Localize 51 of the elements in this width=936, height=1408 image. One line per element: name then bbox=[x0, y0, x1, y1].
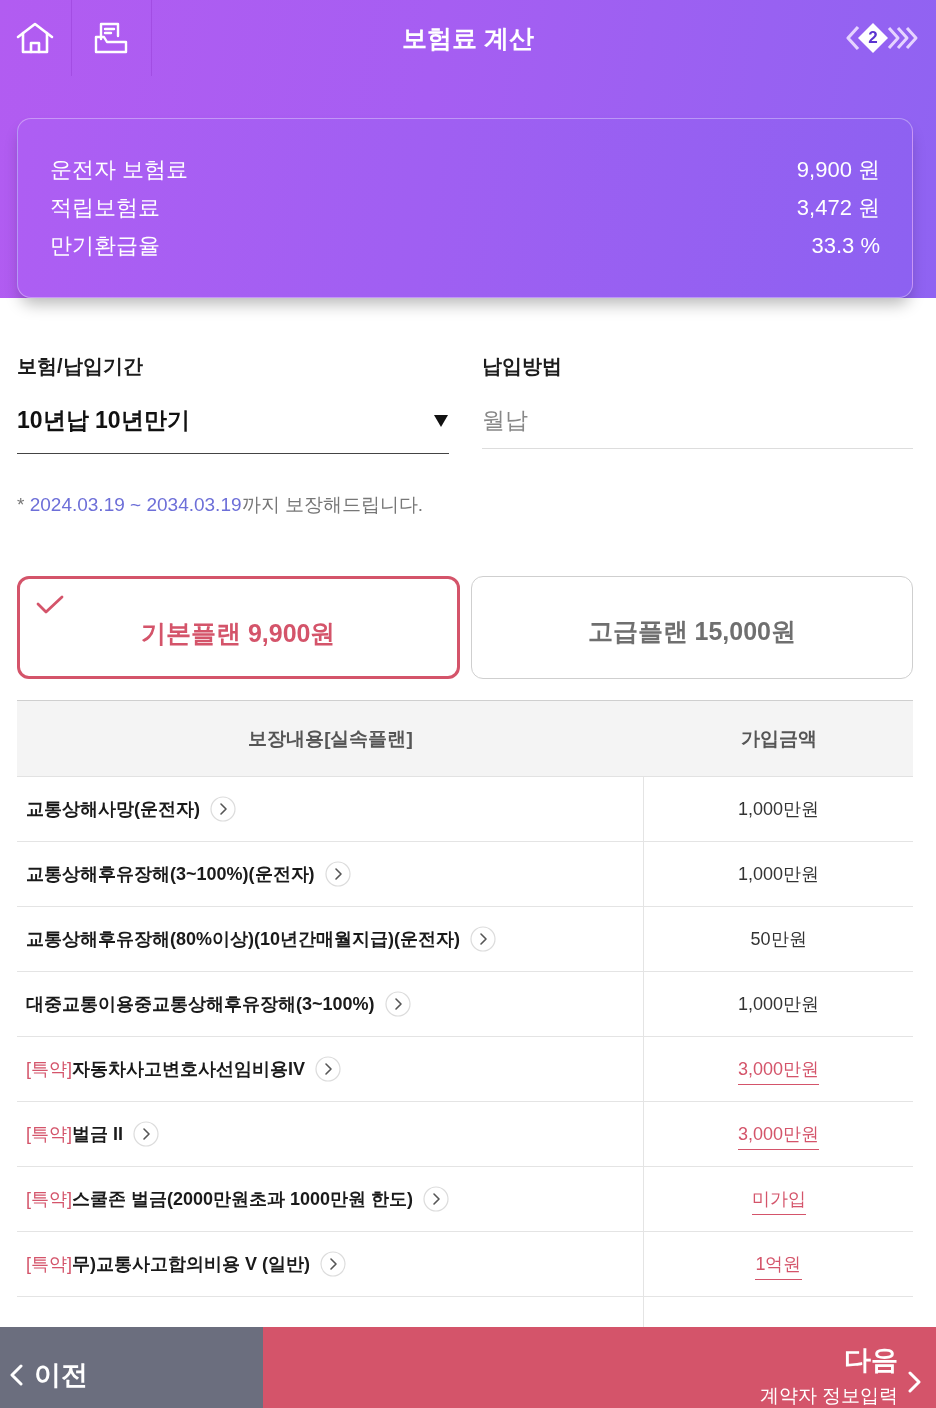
coverage-name: [특약]무)교통사고합의비용 V (일반) bbox=[26, 1253, 310, 1276]
chevron-circle-icon[interactable] bbox=[133, 1121, 160, 1147]
coverage-name: [특약]스쿨존 벌금(2000만원초과 1000만원 한도) bbox=[26, 1188, 414, 1211]
amount-link[interactable]: 미가입 bbox=[751, 1187, 806, 1215]
amount-link[interactable]: 3,000만원 bbox=[737, 1122, 819, 1150]
chevron-right-icon bbox=[908, 1371, 922, 1393]
page-title: 보험료 계산 bbox=[401, 23, 535, 54]
amount-text: 1,000만원 bbox=[737, 863, 819, 886]
chevron-circle-icon[interactable] bbox=[423, 1186, 450, 1212]
amount-text: 50만원 bbox=[750, 928, 807, 951]
select-field[interactable]: 10년납 10년만기 bbox=[17, 388, 449, 454]
readonly-field: 월납 bbox=[481, 388, 913, 449]
chevron-circle-icon[interactable] bbox=[320, 1251, 346, 1277]
coverage-name: [특약]자동차사고변호사선임비용IV bbox=[26, 1058, 306, 1081]
coverage-period-note: * 2024.03.19 ~ 2034.03.19까지 보장해드립니다. bbox=[17, 493, 425, 517]
step-number-badge: 2 bbox=[858, 23, 888, 53]
column-header: 보장내용[실속플랜] bbox=[248, 726, 413, 751]
amount-link[interactable]: 1억원 bbox=[755, 1252, 802, 1280]
chevron-circle-icon[interactable] bbox=[210, 796, 236, 822]
summary-value: 3,472 원 bbox=[796, 194, 880, 222]
summary-value: 33.3 % bbox=[810, 232, 880, 260]
next-button[interactable]: 다음 계약자 정보입력 bbox=[263, 1327, 936, 1408]
summary-label: 운전자 보험료 bbox=[50, 156, 190, 184]
summary-value: 9,900 원 bbox=[796, 156, 880, 184]
document-tray-icon[interactable] bbox=[94, 22, 129, 54]
chevron-left-icon bbox=[845, 25, 861, 51]
chevron-circle-icon[interactable] bbox=[384, 991, 411, 1017]
plan-option[interactable]: 고급플랜 15,000원 bbox=[470, 576, 913, 679]
triple-chevron-icon bbox=[887, 25, 919, 51]
column-header: 가입금액 bbox=[740, 726, 817, 751]
amount-link[interactable]: 3,000만원 bbox=[737, 1057, 819, 1085]
summary-label: 적립보험료 bbox=[50, 194, 161, 222]
plan-option[interactable]: 기본플랜 9,900원 bbox=[17, 576, 460, 679]
amount-text: 1,000만원 bbox=[737, 993, 819, 1016]
chevron-circle-icon[interactable] bbox=[470, 926, 496, 952]
coverage-name: 교통상해후유장해(3~100%)(운전자) bbox=[26, 863, 315, 886]
check-icon bbox=[36, 595, 64, 615]
chevron-left-icon bbox=[9, 1363, 23, 1386]
home-icon[interactable] bbox=[16, 22, 55, 54]
dropdown-triangle-icon bbox=[433, 414, 448, 427]
amount-text: 1,000만원 bbox=[737, 798, 819, 821]
previous-button[interactable]: 이전 bbox=[0, 1327, 263, 1408]
coverage-name: 교통상해후유장해(80%이상)(10년간매월지급)(운전자) bbox=[26, 928, 460, 951]
coverage-name: 교통상해사망(운전자) bbox=[26, 798, 200, 821]
coverage-name: 대중교통이용중교통상해후유장해(3~100%) bbox=[26, 993, 375, 1016]
field-label: 납입방법 bbox=[481, 354, 563, 379]
coverage-name: [특약]벌금 II bbox=[26, 1123, 124, 1146]
field-label: 보험/납입기간 bbox=[17, 354, 144, 379]
chevron-circle-icon[interactable] bbox=[324, 861, 351, 887]
chevron-circle-icon[interactable] bbox=[315, 1056, 342, 1082]
summary-label: 만기환급율 bbox=[50, 232, 161, 260]
